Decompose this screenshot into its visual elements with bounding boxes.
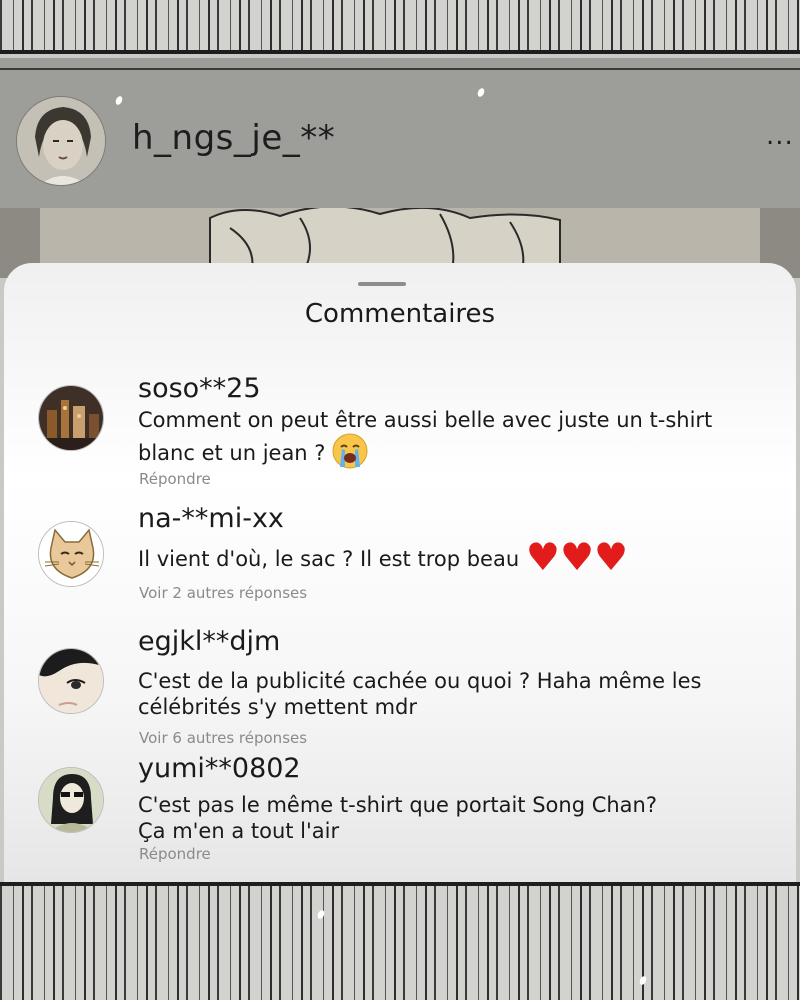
- commenter-avatar[interactable]: [38, 648, 104, 714]
- border-line: [0, 50, 800, 54]
- girl-sunglasses-avatar-icon: [39, 768, 103, 832]
- cat-avatar-icon: [39, 522, 103, 586]
- commenter-avatar[interactable]: [38, 385, 104, 451]
- comment-text-content: Il vient d'où, le sac ? Il est trop beau: [138, 547, 520, 571]
- comment-username[interactable]: na-**mi-xx: [138, 503, 284, 534]
- post-header: h_ngs_je_** ...: [0, 58, 800, 208]
- comment-username[interactable]: egjkl**djm: [138, 626, 280, 657]
- face-closeup-avatar-icon: [39, 649, 103, 713]
- comment-text: C'est pas le même t-shirt que portait So…: [138, 792, 738, 844]
- comment-text: Il vient d'où, le sac ? Il est trop beau…: [138, 535, 738, 579]
- comment-text-line: Ça m'en a tout l'air: [138, 819, 340, 843]
- reply-link[interactable]: Répondre: [139, 470, 211, 488]
- more-options-icon[interactable]: ...: [766, 123, 794, 149]
- comments-sheet: Commentaires soso**25 Comment on peut êt…: [4, 263, 796, 883]
- city-night-avatar-icon: [39, 386, 103, 450]
- comment-text: Comment on peut être aussi belle avec ju…: [138, 407, 738, 475]
- avatar-portrait-icon: [17, 97, 105, 185]
- decorative-stripes-bottom: [0, 886, 800, 1000]
- profile-avatar[interactable]: [16, 96, 106, 186]
- crying-face-emoji-icon: [332, 433, 368, 475]
- comment-username[interactable]: soso**25: [138, 373, 261, 404]
- comment-username[interactable]: yumi**0802: [138, 753, 301, 784]
- profile-username[interactable]: h_ngs_je_**: [132, 118, 335, 158]
- decorative-stripes-top: [0, 0, 800, 52]
- commenter-avatar[interactable]: [38, 767, 104, 833]
- sheet-drag-handle[interactable]: [358, 282, 406, 286]
- view-replies-link[interactable]: Voir 6 autres réponses: [139, 729, 307, 747]
- comment-text-content: Comment on peut être aussi belle avec ju…: [138, 408, 713, 465]
- reply-link[interactable]: Répondre: [139, 845, 211, 863]
- commenter-avatar[interactable]: [38, 521, 104, 587]
- divider: [0, 68, 800, 70]
- comment-text: C'est de la publicité cachée ou quoi ? H…: [138, 669, 702, 719]
- three-hearts-emoji-icon: ♥♥♥: [525, 535, 629, 579]
- comment-text-line: C'est pas le même t-shirt que portait So…: [138, 793, 658, 817]
- sheet-title: Commentaires: [304, 299, 496, 329]
- view-replies-link[interactable]: Voir 2 autres réponses: [139, 584, 307, 602]
